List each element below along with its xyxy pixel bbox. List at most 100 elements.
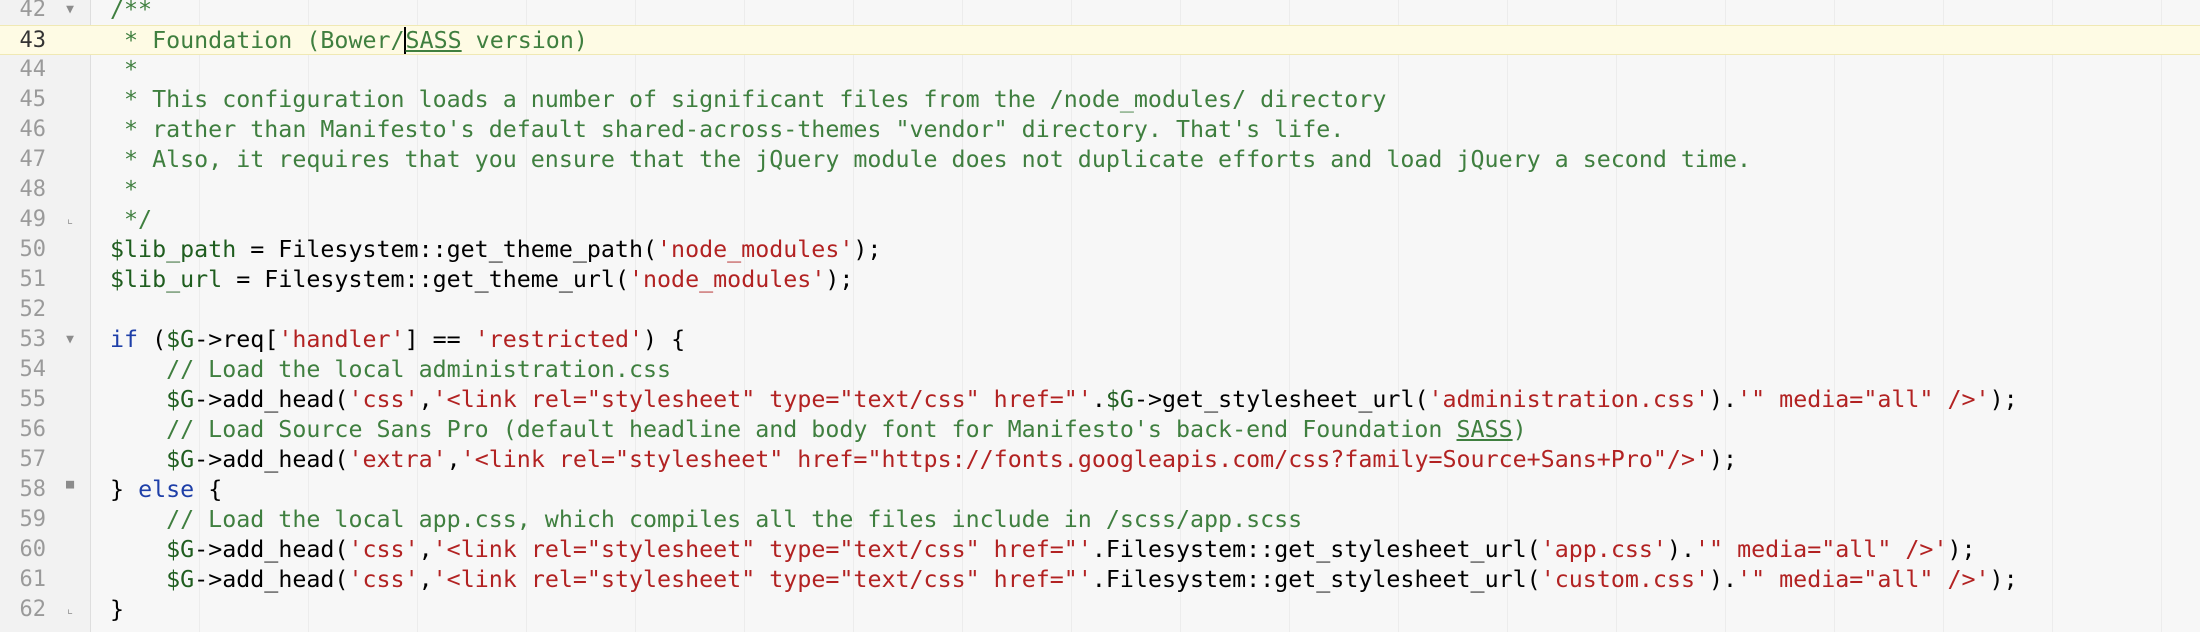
code-editor[interactable]: 42 ▼ /** 43 * Foundation (Bower/SASS versio… <box>0 0 2200 632</box>
code-text[interactable]: */ <box>110 205 152 235</box>
code-token: ->add_head( <box>194 386 349 413</box>
code-line[interactable]: 55 $G->add_head('css','<link rel="styles… <box>0 385 2200 415</box>
code-token: // Load the local app.css, which compile… <box>110 506 1303 533</box>
code-text[interactable]: * This configuration loads a number of s… <box>110 85 1386 115</box>
code-line[interactable]: 51 $lib_url = Filesystem::get_theme_url('… <box>0 265 2200 295</box>
code-token: * Foundation (Bower/ <box>110 27 405 54</box>
code-token: , <box>418 566 433 593</box>
code-text[interactable]: } else { <box>110 475 222 505</box>
code-text[interactable]: $G->add_head('css','<link rel="styleshee… <box>110 565 2018 595</box>
code-token: { <box>194 476 223 503</box>
code-text[interactable]: if ($G->req['handler'] == 'restricted') … <box>110 325 685 355</box>
code-text[interactable]: $lib_path = Filesystem::get_theme_path('… <box>110 235 881 265</box>
code-token: 'administration.css' <box>1428 386 1710 413</box>
code-line[interactable]: 52 <box>0 295 2200 325</box>
code-line[interactable]: 54 // Load the local administration.css <box>0 355 2200 385</box>
code-token: else <box>138 476 195 503</box>
code-token: ); <box>825 266 854 293</box>
line-number: 51 <box>19 267 47 292</box>
code-text[interactable]: // Load the local administration.css <box>110 355 671 385</box>
code-token: $lib_url <box>110 266 223 293</box>
code-text[interactable]: $lib_url = Filesystem::get_theme_url('no… <box>110 265 853 295</box>
code-line[interactable]: 49 ⌞ */ <box>0 205 2200 235</box>
line-number: 42 <box>19 0 47 22</box>
code-token: 'handler' <box>278 326 405 353</box>
code-token: 'css' <box>348 536 419 563</box>
code-token: '<link rel="stylesheet" type="text/css" … <box>432 536 1092 563</box>
code-token: 'app.css' <box>1540 536 1667 563</box>
code-token: * <box>110 56 139 83</box>
code-token: * This configuration loads a number of s… <box>110 86 1387 113</box>
line-number: 48 <box>19 177 47 202</box>
code-line[interactable]: 59 // Load the local app.css, which comp… <box>0 505 2200 535</box>
code-token: ); <box>1989 386 2018 413</box>
code-token: /** <box>110 0 153 23</box>
code-token: 'node_modules' <box>657 236 854 263</box>
fold-toggle-icon[interactable]: ▼ <box>62 0 78 25</box>
line-number: 59 <box>19 507 47 532</box>
code-token: // Load Source Sans Pro (default headlin… <box>110 416 1457 443</box>
code-token: 'node_modules' <box>628 266 826 293</box>
code-line[interactable]: 43 * Foundation (Bower/SASS version) <box>0 25 2200 55</box>
code-token: '<link rel="stylesheet" href="https://fo… <box>460 446 1709 473</box>
code-token: 'restricted' <box>474 326 644 353</box>
code-line[interactable]: 57 $G->add_head('extra','<link rel="styl… <box>0 445 2200 475</box>
fold-toggle-icon[interactable]: ⌞ <box>62 205 78 235</box>
code-line[interactable]: 62 ⌞} <box>0 595 2200 625</box>
code-token: */ <box>110 206 153 233</box>
code-token: = Filesystem::get_theme_url( <box>222 266 629 293</box>
code-text[interactable]: * Foundation (Bower/SASS version) <box>110 26 588 56</box>
line-number: 58 <box>19 477 47 502</box>
fold-toggle-icon[interactable]: ⌞ <box>62 595 78 625</box>
code-text[interactable]: // Load Source Sans Pro (default headlin… <box>110 415 1527 445</box>
code-token: ); <box>1989 566 2018 593</box>
code-token: $G <box>166 566 195 593</box>
fold-toggle-icon[interactable]: ▼ <box>62 325 78 355</box>
line-number: 57 <box>19 447 47 472</box>
code-line[interactable]: 44 * <box>0 55 2200 85</box>
code-token: version) <box>461 27 588 54</box>
code-token: '" media="all" />' <box>1737 386 1990 413</box>
code-token: ); <box>1709 446 1738 473</box>
code-text[interactable]: $G->add_head('extra','<link rel="stylesh… <box>110 445 1737 475</box>
code-text[interactable]: $G->add_head('css','<link rel="styleshee… <box>110 535 1975 565</box>
code-text[interactable]: * <box>110 55 138 85</box>
code-line[interactable]: 60 $G->add_head('css','<link rel="styles… <box>0 535 2200 565</box>
line-number: 49 <box>19 207 47 232</box>
code-token: * <box>110 176 139 203</box>
code-token: ->add_head( <box>194 566 349 593</box>
code-token: $G <box>166 326 195 353</box>
line-number: 61 <box>19 567 47 592</box>
line-number: 47 <box>19 147 47 172</box>
code-text[interactable]: * rather than Manifesto's default shared… <box>110 115 1344 145</box>
code-token: ->add_head( <box>194 536 349 563</box>
code-text[interactable]: /** <box>110 0 152 25</box>
code-line[interactable]: 61 $G->add_head('css','<link rel="styles… <box>0 565 2200 595</box>
code-line[interactable]: 48 * <box>0 175 2200 205</box>
code-text[interactable]: * Also, it requires that you ensure that… <box>110 145 1751 175</box>
code-token: * rather than Manifesto's default shared… <box>110 116 1345 143</box>
code-token: .Filesystem::get_stylesheet_url( <box>1091 566 1541 593</box>
code-token: * Also, it requires that you ensure that… <box>110 146 1752 173</box>
code-line[interactable]: 56 // Load Source Sans Pro (default head… <box>0 415 2200 445</box>
code-line[interactable]: 45 * This configuration loads a number o… <box>0 85 2200 115</box>
code-text[interactable]: $G->add_head('css','<link rel="styleshee… <box>110 385 2018 415</box>
code-text[interactable]: } <box>110 595 124 625</box>
code-token: 'css' <box>348 566 419 593</box>
code-token: '" media="all" />' <box>1737 566 1990 593</box>
code-token: ->add_head( <box>194 446 349 473</box>
code-token: '<link rel="stylesheet" type="text/css" … <box>432 566 1092 593</box>
code-token: ] == <box>404 326 475 353</box>
code-line[interactable]: 58 ▀ } else { <box>0 475 2200 505</box>
code-line[interactable]: 50 $lib_path = Filesystem::get_theme_path… <box>0 235 2200 265</box>
code-line[interactable]: 53 ▼ if ($G->req['handler'] == 'restricted… <box>0 325 2200 355</box>
fold-toggle-icon[interactable]: ▀ <box>62 475 78 505</box>
code-line[interactable]: 42 ▼ /** <box>0 0 2200 25</box>
code-text[interactable]: // Load the local app.css, which compile… <box>110 505 1302 535</box>
code-line[interactable]: 47 * Also, it requires that you ensure t… <box>0 145 2200 175</box>
line-number: 44 <box>19 57 47 82</box>
code-line[interactable]: 46 * rather than Manifesto's default sha… <box>0 115 2200 145</box>
line-number: 56 <box>19 417 47 442</box>
code-text[interactable]: * <box>110 175 138 205</box>
